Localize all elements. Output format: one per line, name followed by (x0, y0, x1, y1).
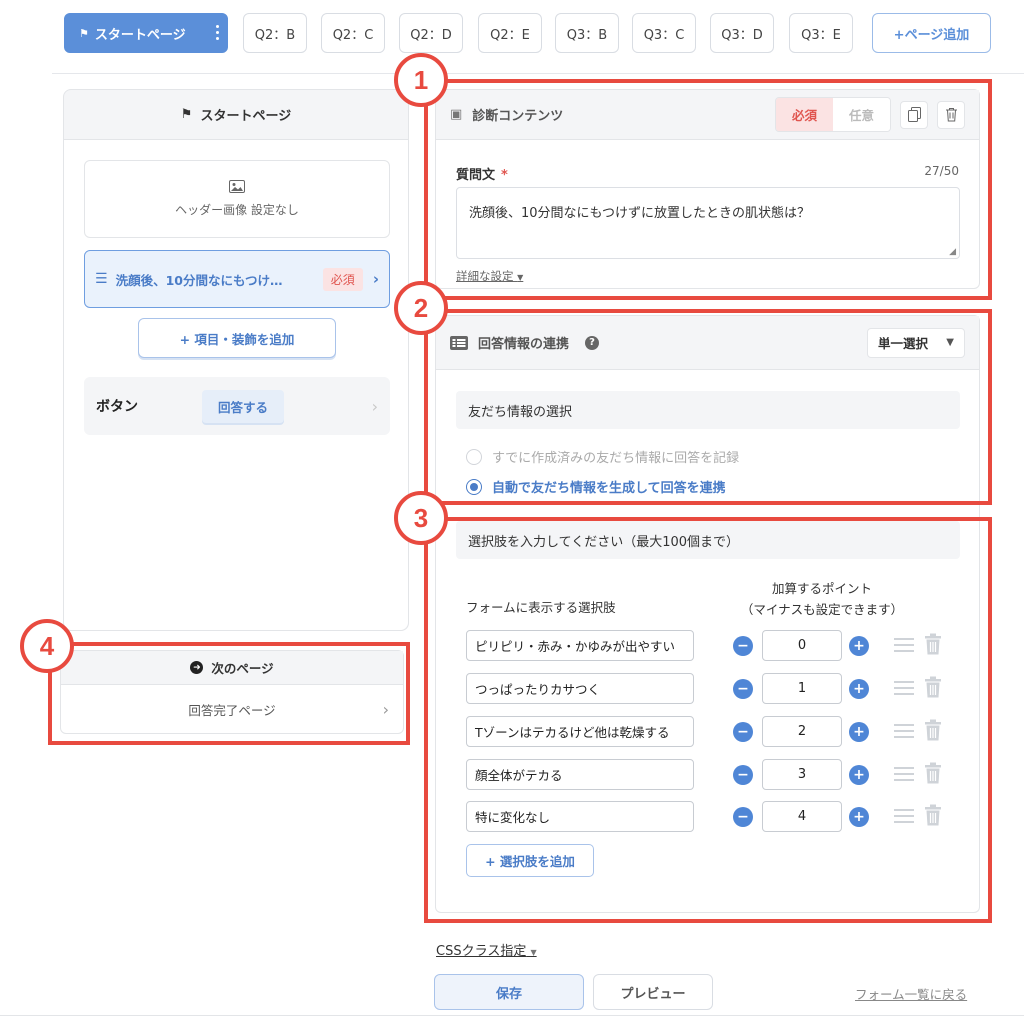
css-class-label: CSSクラス指定 (436, 944, 527, 959)
tab-q2-b[interactable]: Q2：B (243, 13, 307, 53)
question-item-label: 洗顔後、10分間なにもつけ… (115, 272, 283, 288)
tab-q3-e[interactable]: Q3：E (789, 13, 853, 53)
tab-q3-b[interactable]: Q3：B (555, 13, 619, 53)
header-image-label: ヘッダー画像 設定なし (175, 203, 299, 217)
answer-button[interactable]: 回答する (202, 389, 285, 423)
add-page-label: +ページ追加 (893, 27, 970, 43)
button-row-label: ボタン (96, 399, 138, 415)
header-image-placeholder[interactable]: ヘッダー画像 設定なし (84, 160, 390, 238)
add-item-button[interactable]: + 項目・装飾を追加 (138, 318, 336, 358)
chevron-right-icon: › (372, 270, 379, 288)
tab-q2-c[interactable]: Q2：C (321, 13, 385, 53)
flag-icon: ⚑ (79, 26, 89, 40)
back-to-list-link[interactable]: フォーム一覧に戻る (855, 984, 967, 1003)
page-structure-panel: ⚑ スタートページ ヘッダー画像 設定なし ☰ 洗顔後、10分間なにもつけ… 必… (63, 89, 409, 631)
caret-down-icon: ▼ (530, 948, 537, 957)
tab-label: Q3：C (643, 27, 685, 43)
add-page-button[interactable]: +ページ追加 (872, 13, 991, 53)
question-item[interactable]: ☰ 洗顔後、10分間なにもつけ… 必須 › (84, 250, 390, 308)
annotation-box-3 (424, 517, 992, 923)
tab-label: Q3：D (721, 27, 763, 43)
panel-header: ⚑ スタートページ (64, 90, 408, 140)
flag-icon: ⚑ (180, 107, 193, 122)
tab-q3-d[interactable]: Q3：D (710, 13, 774, 53)
tab-start-page[interactable]: ⚑ スタートページ (64, 13, 228, 53)
tab-label: Q2：C (332, 27, 374, 43)
button-row[interactable]: ボタン 回答する › (84, 377, 390, 435)
save-button[interactable]: 保存 (434, 974, 584, 1010)
annotation-label: 1 (413, 64, 429, 95)
panel-body: ヘッダー画像 設定なし ☰ 洗顔後、10分間なにもつけ… 必須 › + 項目・装… (64, 140, 408, 630)
annotation-box-1 (424, 79, 992, 300)
tab-label: スタートページ (94, 27, 186, 43)
tab-label: Q2：E (490, 27, 530, 43)
tab-q3-c[interactable]: Q3：C (632, 13, 696, 53)
annotation-box-2 (424, 309, 992, 505)
panel-title: スタートページ (200, 109, 292, 124)
annotation-label: 4 (39, 630, 55, 661)
tab-label: Q2：B (254, 27, 296, 43)
image-icon (229, 180, 245, 193)
annotation-number-4: 4 (20, 619, 74, 673)
preview-button[interactable]: プレビュー (593, 974, 713, 1010)
chevron-right-icon: › (371, 396, 378, 416)
annotation-number-2: 2 (394, 281, 448, 335)
back-link-label: フォーム一覧に戻る (855, 987, 968, 1002)
tab-label: Q3：B (566, 27, 608, 43)
css-class-link[interactable]: CSSクラス指定 ▼ (436, 940, 537, 959)
add-item-label: + 項目・装飾を追加 (179, 331, 295, 347)
required-badge: 必須 (322, 267, 363, 291)
annotation-label: 2 (413, 292, 429, 323)
annotation-box-4 (48, 642, 410, 745)
tab-label: Q2：D (410, 27, 452, 43)
annotation-label: 3 (413, 502, 429, 533)
tab-label: Q3：E (801, 27, 841, 43)
preview-label: プレビュー (620, 986, 686, 1002)
divider (52, 73, 1024, 74)
tab-q2-d[interactable]: Q2：D (399, 13, 463, 53)
kebab-menu-icon[interactable] (216, 25, 219, 41)
tab-q2-e[interactable]: Q2：E (478, 13, 542, 53)
drag-handle-icon[interactable]: ☰ (95, 271, 108, 287)
annotation-number-3: 3 (394, 491, 448, 545)
annotation-number-1: 1 (394, 53, 448, 107)
save-label: 保存 (495, 986, 522, 1002)
